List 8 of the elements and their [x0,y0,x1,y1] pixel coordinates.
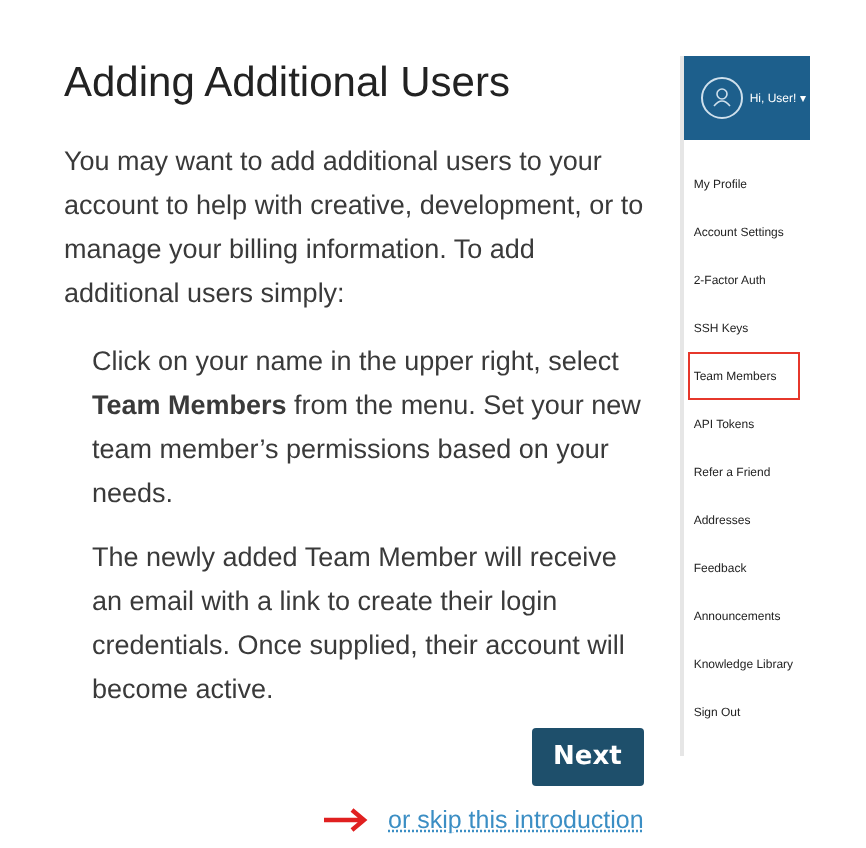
arrow-icon [324,808,368,832]
step-paragraph: The newly added Team Member will receive an email with a link to create their login credentials. Once supplied, their account will become active. [92,540,627,708]
skip-link[interactable]: or skip this introduction [388,806,644,834]
next-button[interactable]: Next [531,728,644,786]
intro-paragraph: You may want to add additional users to your account to help with creative, development, or to manage your billing information. To add additional users simply: [64,144,644,312]
step-paragraph: Click on your name in the upper right, select Team Members from the menu. Set your new team member’s permissions based on your needs. [92,344,643,512]
avatar-icon [699,76,744,120]
page-title: Adding Additional Users [64,60,512,108]
